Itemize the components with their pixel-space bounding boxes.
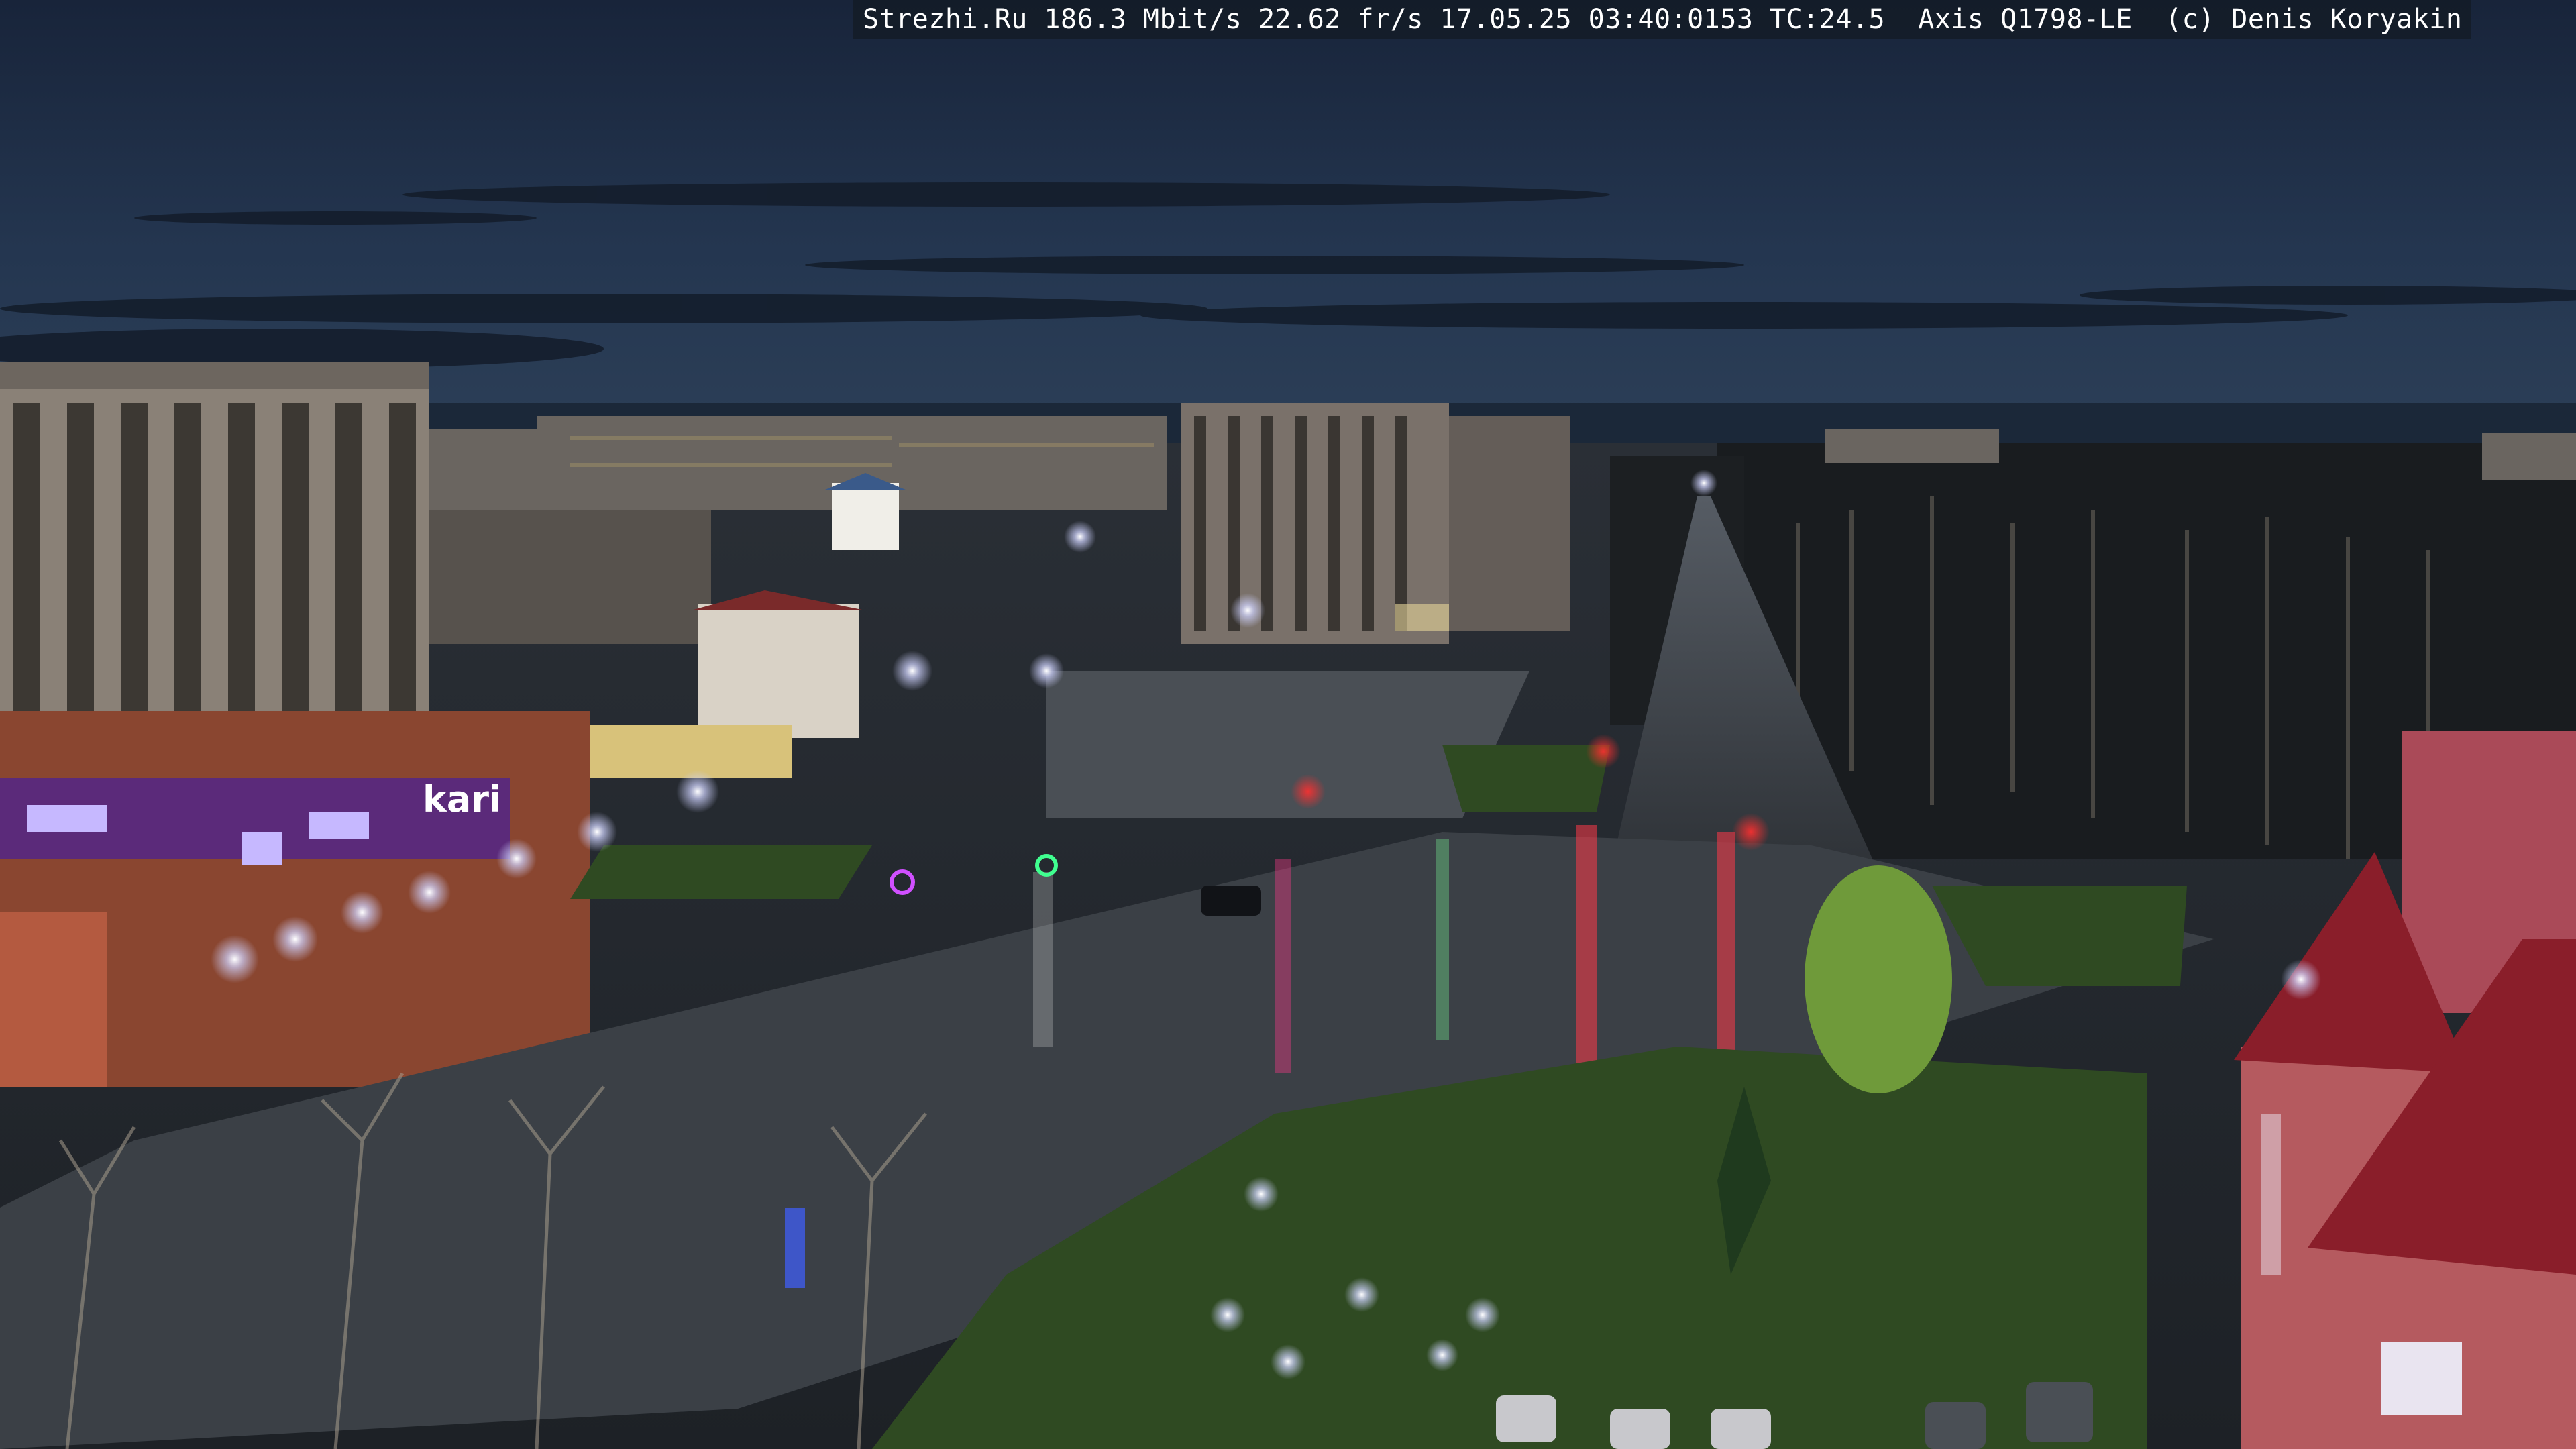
shopping-building: kari xyxy=(0,711,590,1087)
moving-car xyxy=(1201,885,1261,916)
camera-overlay-text: Strezhi.Ru 186.3 Mbit/s 22.62 fr/s 17.05… xyxy=(853,0,2472,39)
city-night-scene: kari xyxy=(0,0,2576,1449)
webcam-frame: kari Strezhi.Ru 186.3 Mbit/s 22.62 fr/s … xyxy=(0,0,2576,1449)
kari-sign: kari xyxy=(423,778,502,820)
